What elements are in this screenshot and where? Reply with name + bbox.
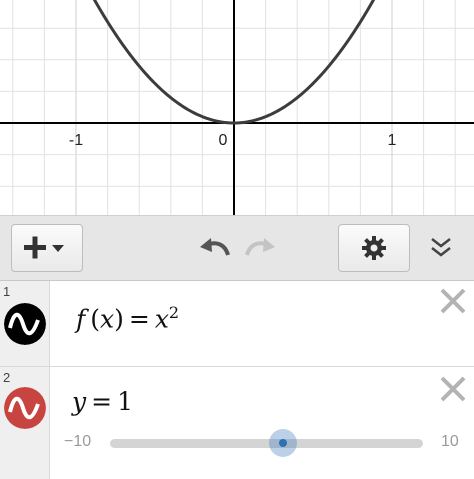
- gear-icon: [362, 236, 386, 260]
- expression-row-1[interactable]: 1 f (x) = x2: [0, 281, 474, 367]
- double-chevron-down-icon[interactable]: [421, 230, 461, 264]
- expression-index: 1: [3, 284, 11, 299]
- delete-expression-icon[interactable]: [439, 375, 467, 403]
- tick-label: -1: [69, 132, 83, 149]
- grid-lines: [0, 0, 474, 215]
- parabola-curve: [92, 0, 376, 125]
- expression-row-2[interactable]: 2 y = 1 −10 10: [0, 367, 474, 479]
- redo-icon[interactable]: [240, 230, 280, 264]
- tick-labels: -1 0 1: [69, 132, 397, 149]
- slider-thumb-dot[interactable]: [279, 439, 287, 447]
- tick-label: 0: [219, 132, 228, 149]
- add-expression-button[interactable]: [11, 224, 83, 272]
- expression-gutter: 2: [0, 367, 50, 479]
- delete-expression-icon[interactable]: [439, 287, 467, 315]
- tick-label: 1: [388, 132, 397, 149]
- expression-math[interactable]: f (x) = x2: [76, 303, 179, 333]
- expression-index: 2: [3, 370, 11, 385]
- axes: [0, 0, 474, 215]
- slider-min-label: −10: [64, 433, 92, 450]
- expression-gutter: 1: [0, 281, 50, 366]
- graph-canvas[interactable]: -1 0 1: [0, 0, 474, 215]
- graph-visibility-icon[interactable]: [4, 387, 46, 429]
- slider-max-label: 10: [441, 433, 459, 450]
- plus-dropdown-icon: [24, 236, 64, 259]
- slider-track[interactable]: [110, 439, 423, 448]
- undo-icon[interactable]: [195, 230, 235, 264]
- settings-button[interactable]: [338, 224, 410, 272]
- expression-math[interactable]: y = 1: [72, 387, 133, 416]
- graph-svg[interactable]: -1 0 1: [0, 0, 474, 215]
- graph-visibility-icon[interactable]: [4, 303, 46, 345]
